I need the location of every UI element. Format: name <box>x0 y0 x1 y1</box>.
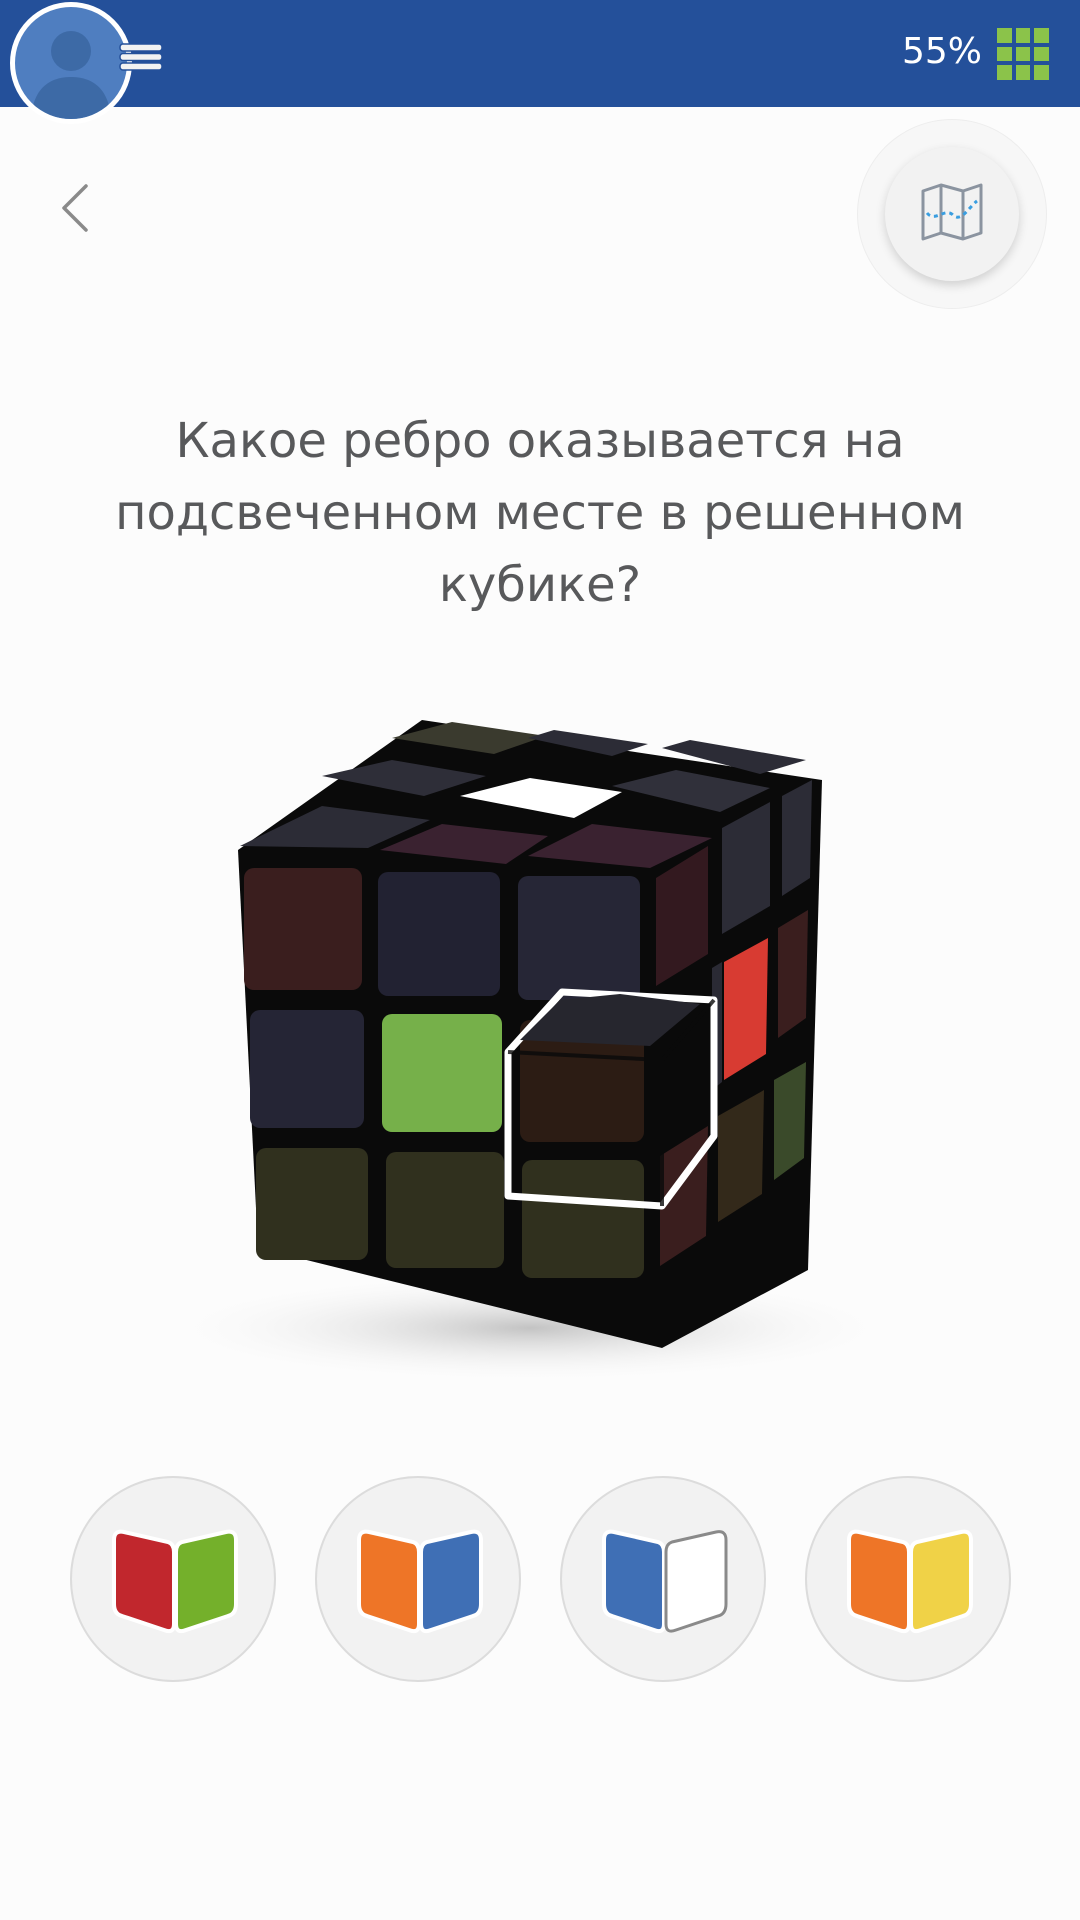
map-button-inner[interactable] <box>885 147 1019 281</box>
orange-blue-edge-icon <box>357 1529 483 1634</box>
cube-illustration <box>0 700 1080 1400</box>
map-button[interactable] <box>858 120 1046 308</box>
answer-orange-yellow[interactable] <box>805 1476 1011 1682</box>
question-text: Какое ребро оказывается на подсвеченном … <box>115 413 965 613</box>
progress-text: 55% <box>901 31 982 72</box>
chevron-left-icon[interactable] <box>50 178 102 238</box>
answer-red-green[interactable] <box>70 1476 276 1682</box>
grid-icon[interactable] <box>997 28 1049 80</box>
answer-blue-white[interactable] <box>560 1476 766 1682</box>
red-green-edge-icon <box>112 1529 238 1634</box>
top-bar: 55% <box>0 0 1080 124</box>
green-sticker <box>382 1014 502 1132</box>
blue-white-edge-icon <box>602 1529 728 1634</box>
answer-options <box>0 1476 1080 1686</box>
orange-yellow-edge-icon <box>847 1529 973 1634</box>
answer-orange-blue[interactable] <box>315 1476 521 1682</box>
avatar-icon[interactable] <box>10 2 132 124</box>
map-icon <box>921 183 983 241</box>
cube-front-face <box>244 868 644 1278</box>
menu-icon[interactable] <box>118 42 164 72</box>
